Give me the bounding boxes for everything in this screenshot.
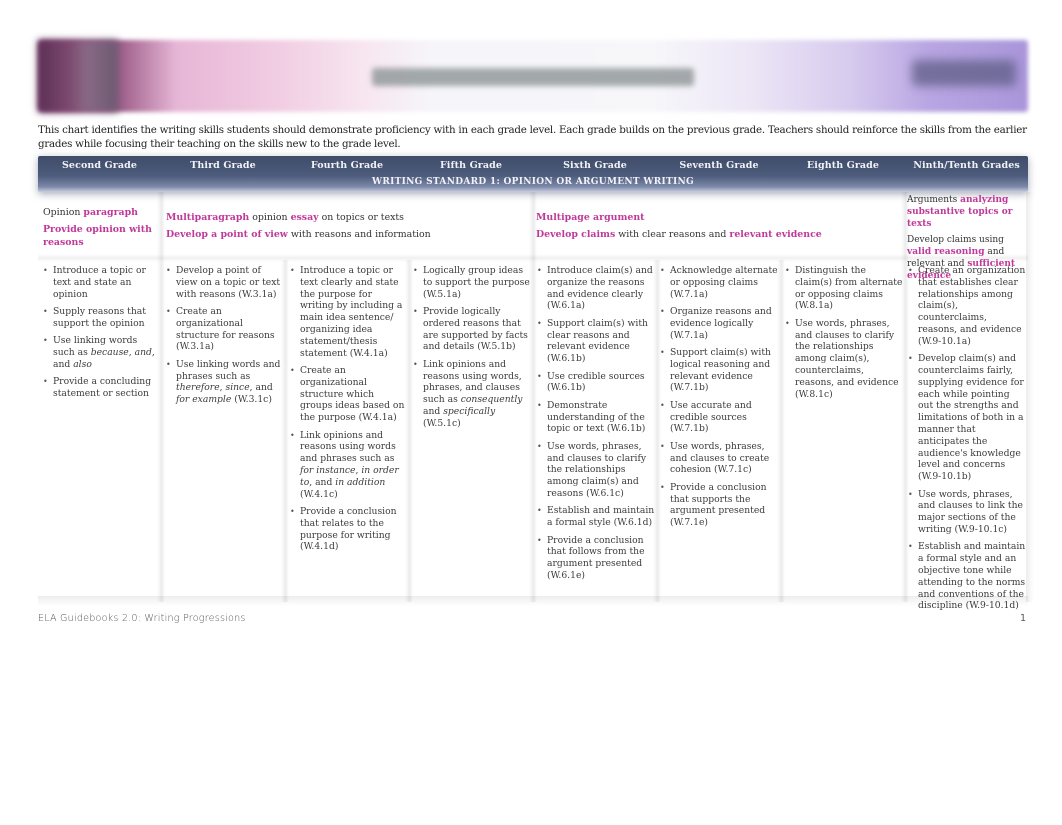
skill-item: Develop a point of view on a topic or te… bbox=[166, 265, 284, 300]
summary-text: opinion bbox=[249, 212, 291, 223]
skill-item: Use words, phrases, and clauses to link … bbox=[908, 489, 1026, 536]
skill-item: Support claim(s) with clear reasons and … bbox=[537, 318, 655, 365]
summary-sixth-to-eighth: Multipage argument Develop claims with c… bbox=[536, 211, 896, 245]
example-term: for instance bbox=[300, 464, 356, 476]
skill-item: Link opinions and reasons using words, p… bbox=[413, 359, 531, 430]
grade-header-sixth: Sixth Grade bbox=[563, 160, 627, 171]
summary-third-to-fifth: Multiparagraph opinion essay on topics o… bbox=[166, 211, 526, 245]
skill-item: Provide a conclusion that follows from t… bbox=[537, 535, 655, 582]
skill-item: Provide a conclusion that relates to the… bbox=[290, 506, 408, 553]
summary-text: Develop claims using bbox=[907, 235, 1004, 245]
summary-highlight: Multiparagraph bbox=[166, 212, 250, 223]
skill-item: Establish and maintain a formal style (W… bbox=[537, 505, 655, 529]
skill-item: Distinguish the claim(s) from alternate … bbox=[785, 265, 903, 312]
skill-item: Provide logically ordered reasons that a… bbox=[413, 306, 531, 353]
skill-item: Provide a conclusion that supports the a… bbox=[660, 482, 778, 529]
skill-item: Demonstrate understanding of the topic o… bbox=[537, 400, 655, 435]
grade-header-third: Third Grade bbox=[190, 160, 256, 171]
skill-item: Introduce claim(s) and organize the reas… bbox=[537, 265, 655, 312]
skill-item: Link opinions and reasons using words an… bbox=[290, 430, 408, 501]
skills-list-seventh-grade: Acknowledge alternate or opposing claims… bbox=[660, 265, 778, 535]
guidebooks-logo: Guidebooks bbox=[912, 60, 1016, 86]
grade-header-fourth: Fourth Grade bbox=[310, 160, 384, 171]
skill-item: Use words, phrases, and clauses to creat… bbox=[660, 441, 778, 476]
skill-item: Introduce a topic or text and state an o… bbox=[43, 265, 160, 300]
summary-highlight: paragraph bbox=[83, 207, 138, 218]
banner-photo-image bbox=[38, 40, 118, 112]
grade-header-seventh: Seventh Grade bbox=[679, 160, 759, 171]
skill-item: Supply reasons that support the opinion bbox=[43, 306, 160, 330]
grade-header-eighth: Eighth Grade bbox=[806, 160, 880, 171]
skill-item: Introduce a topic or text clearly and st… bbox=[290, 265, 408, 359]
skill-text: (W.3.1c) bbox=[231, 394, 272, 406]
example-term: for example bbox=[176, 394, 232, 406]
skill-text: (W.4.1c) bbox=[300, 488, 338, 500]
summary-highlight: valid reasoning bbox=[907, 247, 985, 257]
skill-item: Create an organization that establishes … bbox=[908, 265, 1026, 348]
skill-item: Create an organizational structure for r… bbox=[166, 306, 284, 353]
footer-title: ELA Guidebooks 2.0: Writing Progressions bbox=[38, 613, 246, 624]
summary-second-grade: Opinion paragraph Provide opinion with r… bbox=[43, 206, 155, 253]
column-divider bbox=[777, 260, 785, 602]
skill-item: Support claim(s) with logical reasoning … bbox=[660, 347, 778, 394]
example-term: since bbox=[225, 382, 250, 394]
skill-item: Organize reasons and evidence logically … bbox=[660, 306, 778, 341]
skills-list-fourth-grade: Introduce a topic or text clearly and st… bbox=[290, 265, 408, 559]
skill-text: Use linking words and phrases such as bbox=[176, 358, 281, 382]
skill-item: Use words, phrases, and clauses to clari… bbox=[537, 441, 655, 500]
skill-text: , and bbox=[309, 476, 336, 488]
skill-item: Use linking words and phrases such as th… bbox=[166, 359, 284, 406]
example-term: also bbox=[73, 358, 92, 370]
skill-item: Develop claim(s) and counterclaims fairl… bbox=[908, 353, 1026, 483]
summary-highlight: Develop a point of view bbox=[166, 229, 288, 240]
example-term: because bbox=[90, 346, 129, 358]
skill-item: Provide a concluding statement or sectio… bbox=[43, 376, 160, 400]
summary-text: with clear reasons and bbox=[615, 229, 730, 240]
skill-text: Link opinions and reasons using words an… bbox=[300, 429, 396, 465]
example-term: specifically bbox=[443, 405, 496, 417]
skills-list-second-grade: Introduce a topic or text and state an o… bbox=[43, 265, 160, 405]
skill-item: Acknowledge alternate or opposing claims… bbox=[660, 265, 778, 300]
summary-highlight: essay bbox=[290, 212, 319, 223]
summary-text: with reasons and information bbox=[287, 229, 431, 240]
skills-list-sixth-grade: Introduce claim(s) and organize the reas… bbox=[537, 265, 655, 587]
example-term: and bbox=[134, 346, 152, 358]
summary-highlight: Develop claims bbox=[536, 229, 616, 240]
skills-list-ninth-tenth: Create an organization that establishes … bbox=[908, 265, 1026, 618]
skill-text: , and bbox=[249, 382, 273, 394]
skill-text: (W.5.1c) bbox=[423, 417, 461, 429]
skill-item: Use words, phrases, and clauses to clari… bbox=[785, 318, 903, 401]
skills-list-fifth-grade: Logically group ideas to support the pur… bbox=[413, 265, 531, 435]
skills-list-third-grade: Develop a point of view on a topic or te… bbox=[166, 265, 284, 412]
summary-text: on topics or texts bbox=[318, 212, 404, 223]
skill-item: Use accurate and credible sources (W.7.1… bbox=[660, 400, 778, 435]
grade-header-row: Second Grade Third Grade Fourth Grade Fi… bbox=[38, 160, 1028, 174]
summary-highlight: relevant evidence bbox=[729, 229, 822, 240]
table-bottom-shadow bbox=[38, 596, 1028, 606]
skill-text: and bbox=[423, 405, 444, 417]
summary-highlight: Multipage argument bbox=[536, 212, 645, 223]
skills-list-eighth-grade: Distinguish the claim(s) from alternate … bbox=[785, 265, 903, 406]
grade-header-ninth-tenth: Ninth/Tenth Grades bbox=[913, 160, 1020, 171]
standard-title: WRITING STANDARD 1: OPINION OR ARGUMENT … bbox=[371, 177, 695, 187]
grade-header-second: Second Grade bbox=[61, 160, 138, 171]
page-number: 1 bbox=[1020, 613, 1027, 624]
summary-text: Arguments bbox=[907, 195, 961, 205]
example-term: therefore bbox=[176, 382, 220, 394]
table-right-shadow bbox=[1026, 192, 1034, 602]
skill-item: Use credible sources (W.6.1b) bbox=[537, 371, 655, 395]
intro-text: This chart identifies the writing skills… bbox=[38, 124, 1027, 150]
grade-header-fifth: Fifth Grade bbox=[439, 160, 503, 171]
skill-item: Create an organizational structure which… bbox=[290, 365, 408, 424]
skill-item: Use linking words such as because, and, … bbox=[43, 335, 160, 370]
summary-text: Opinion bbox=[43, 207, 84, 218]
summary-highlight: Provide opinion with reasons bbox=[43, 224, 152, 248]
skill-item: Establish and maintain a formal style an… bbox=[908, 541, 1026, 612]
skill-item: Logically group ideas to support the pur… bbox=[413, 265, 531, 300]
example-term: consequently bbox=[460, 394, 523, 406]
example-term: in addition bbox=[335, 476, 386, 488]
banner-title: Writing Progressions bbox=[372, 68, 694, 86]
row-divider bbox=[38, 254, 1028, 262]
